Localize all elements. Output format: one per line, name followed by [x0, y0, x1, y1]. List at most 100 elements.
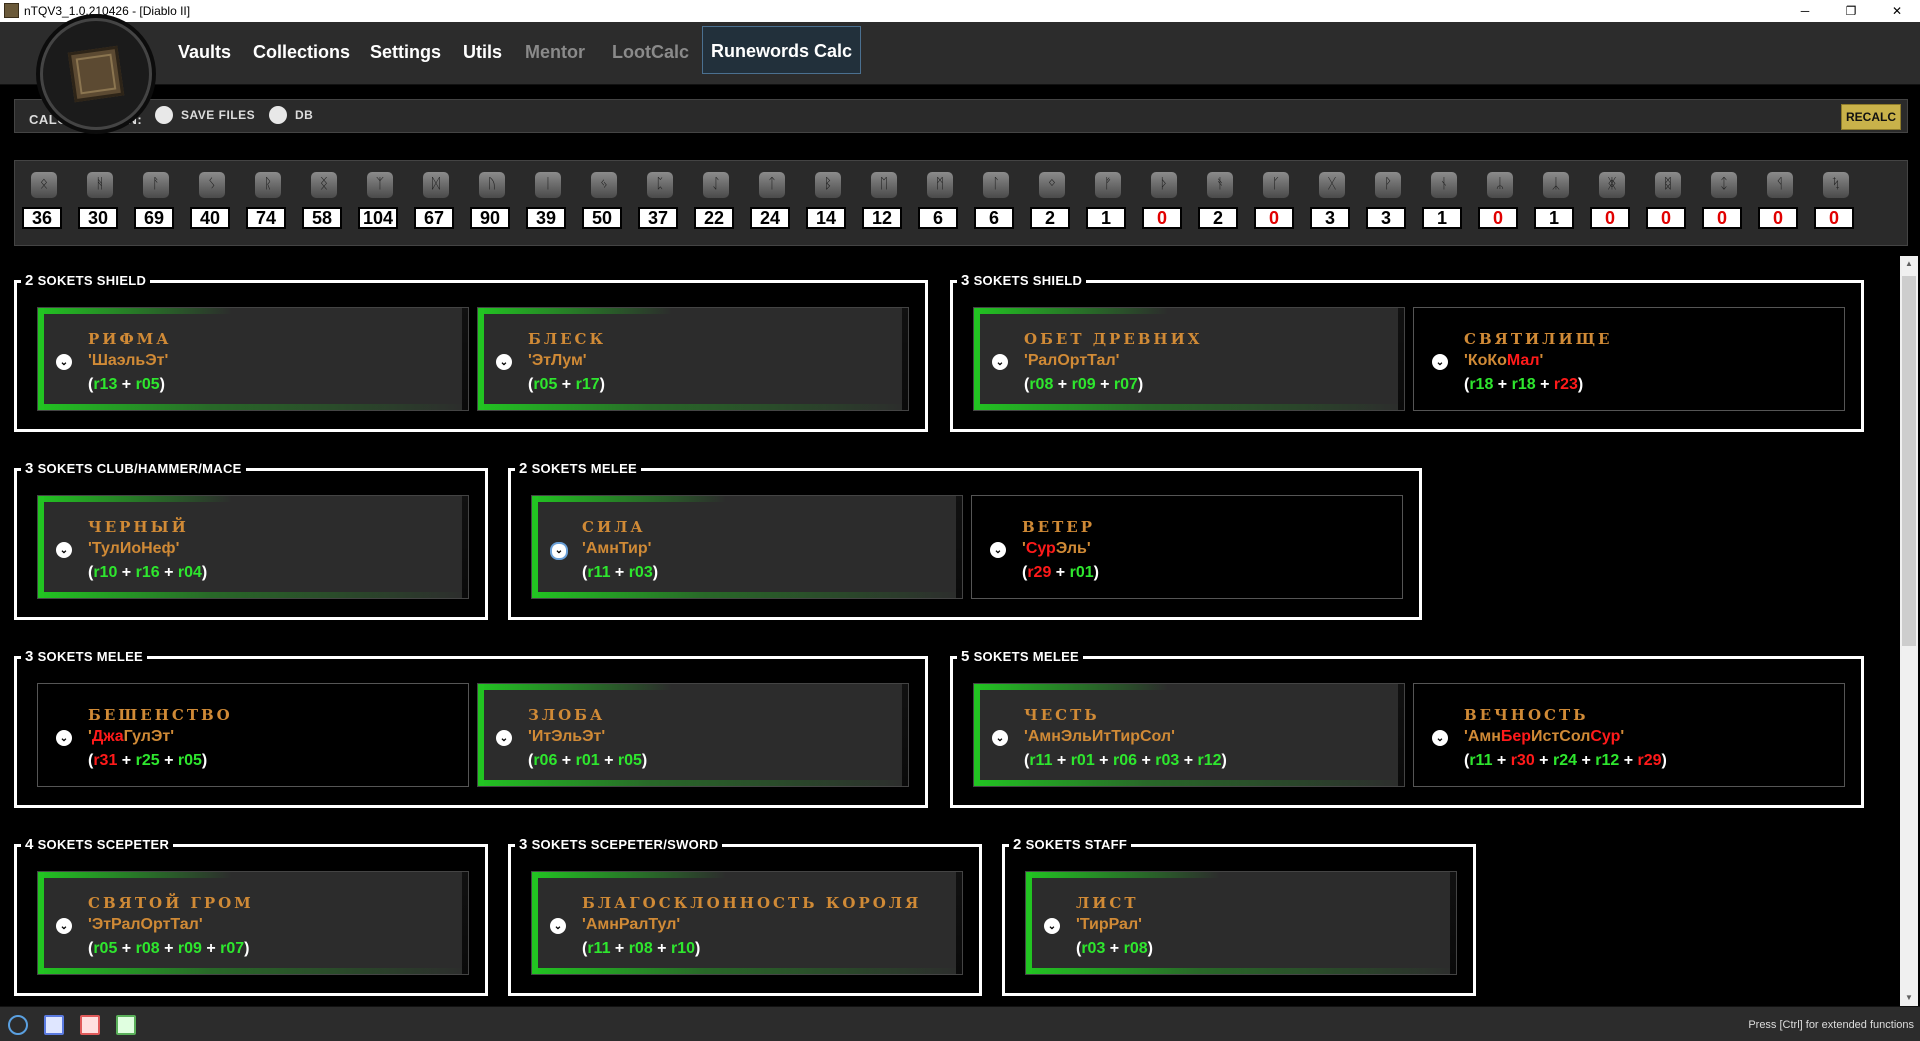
rune-slot[interactable]: ᚻ 30 [77, 171, 123, 237]
rune-slot[interactable]: ᛗ6 [917, 171, 963, 237]
runeword-card[interactable]: ⌄ ВЕЧНОСТЬ 'АмнБерИстСолСур' (r11 + r30 + r… [1413, 683, 1845, 787]
main-menu-bar: Vaults Collections Settings Utils Mentor… [0, 18, 1920, 130]
close-button[interactable]: ✕ [1874, 0, 1920, 22]
chevron-down-icon[interactable]: ⌄ [992, 354, 1008, 370]
rune-slot[interactable]: ᛤ0 [1589, 171, 1635, 237]
runeword-card[interactable]: ⌄ РИФМА 'ШаэльЭт' (r13 + r05) [37, 307, 469, 411]
rune-slot[interactable]: ᛇ 22 [693, 171, 739, 237]
chevron-down-icon[interactable]: ⌄ [550, 918, 566, 934]
rune-slot[interactable]: ᛈ 37 [637, 171, 683, 237]
minimize-button[interactable]: ─ [1782, 0, 1828, 22]
menu-collections[interactable]: Collections [253, 42, 350, 63]
runeword-card[interactable]: ⌄ ЛИСТ 'ТирРал' (r03 + r08) [1025, 871, 1457, 975]
chevron-down-icon[interactable]: ⌄ [1432, 730, 1448, 746]
runeword-card[interactable]: ⌄ БЕШЕНСТВО 'ДжаГулЭт' (r31 + r25 + r05) [37, 683, 469, 787]
rune-slot[interactable]: ᛪ0 [1813, 171, 1859, 237]
runeword-card[interactable]: ⌄ ОБЕТ ДРЕВНИХ 'РалОртТал' (r08 + r09 + r07… [973, 307, 1405, 411]
rune-slot[interactable]: ᚠ1 [1085, 171, 1131, 237]
db-radio[interactable] [269, 106, 287, 124]
rune-slot[interactable]: ᚹ3 [1365, 171, 1411, 237]
rune-count: 1 [1086, 207, 1126, 229]
rune-icon: ᛞ [422, 171, 450, 199]
menu-vaults[interactable]: Vaults [178, 42, 231, 63]
runeword-card[interactable]: ⌄ СВЯТИЛИЩЕ 'КоКоМал' (r18 + r18 + r23) [1413, 307, 1845, 411]
socket-group-title: 3 SOKETS SCEPETER/SWORD [515, 837, 723, 853]
scroll-up-icon[interactable]: ▲ [1900, 256, 1918, 272]
refresh-icon[interactable] [8, 1015, 28, 1035]
chevron-down-icon[interactable]: ⌄ [56, 542, 72, 558]
rune-slot[interactable]: ᛩ0 [1757, 171, 1803, 237]
rune-count: 69 [134, 207, 174, 229]
rune-icon: ᚱ [254, 171, 282, 199]
rune-icon: ᛨ [1710, 171, 1738, 199]
rune-icon: ᛚ [982, 171, 1010, 199]
runeword-card[interactable]: ⌄ ВЕТЕР 'СурЭль' (r29 + r01) [971, 495, 1403, 599]
chevron-down-icon[interactable]: ⌄ [56, 354, 72, 370]
menu-lootcalc[interactable]: LootCalc [612, 42, 689, 63]
menu-settings[interactable]: Settings [370, 42, 441, 63]
runeword-card[interactable]: ⌄ ЧЕСТЬ 'АмнЭльИтТирСол' (r11 + r01 + r06 +… [973, 683, 1405, 787]
menu-utils[interactable]: Utils [463, 42, 502, 63]
runeword-card[interactable]: ⌄ СВЯТОЙ ГРОМ 'ЭтРалОртТал' (r05 + r08 + r0… [37, 871, 469, 975]
rune-icon: ᛣ [1542, 171, 1570, 199]
menu-runewords-calc[interactable]: Runewords Calc [702, 26, 862, 74]
rune-count: 24 [750, 207, 790, 229]
runeword-card[interactable]: ⌄ ЗЛОБА 'ИтЭльЭт' (r06 + r01 + r05) [477, 683, 909, 787]
chevron-down-icon[interactable]: ⌄ [56, 918, 72, 934]
chevron-down-icon[interactable]: ⌄ [990, 542, 1006, 558]
rune-slot[interactable]: ᛃ 50 [581, 171, 627, 237]
menu-mentor[interactable]: Mentor [525, 42, 585, 63]
runeword-card[interactable]: ⌄ БЛАГОСКЛОННОСТЬ КОРОЛЯ 'АмнРалТул' (r11 +… [531, 871, 963, 975]
socket-group-title: 2 SOKETS MELEE [515, 461, 642, 477]
app-logo-chest-icon[interactable] [40, 18, 152, 130]
rune-slot[interactable]: ᚴ0 [1253, 171, 1299, 237]
rune-slot[interactable]: ᛚ6 [973, 171, 1019, 237]
rune-slot[interactable]: ᚾ1 [1421, 171, 1467, 237]
rune-slot[interactable]: ᛁ 39 [525, 171, 571, 237]
rune-slot[interactable]: ᛨ0 [1701, 171, 1747, 237]
runeword-card[interactable]: ⌄ ЧЕРНЫЙ 'ТулИоНеф' (r10 + r16 + r04) [37, 495, 469, 599]
runeword-card[interactable]: ⌄ БЛЕСК 'ЭтЛум' (r05 + r17) [477, 307, 909, 411]
chevron-down-icon[interactable]: ⌄ [496, 354, 512, 370]
rune-slot[interactable]: ᛉ 104 [357, 171, 403, 237]
rune-slot[interactable]: ᚷ3 [1309, 171, 1355, 237]
chevron-down-icon[interactable]: ⌄ [992, 730, 1008, 746]
rune-slot[interactable]: ᚨ 69 [133, 171, 179, 237]
chevron-down-icon[interactable]: ⌄ [1432, 354, 1448, 370]
save-files-radio[interactable] [155, 106, 173, 124]
maximize-button[interactable]: ❐ [1828, 0, 1874, 22]
rune-slot[interactable]: ᚱ 74 [245, 171, 291, 237]
chevron-down-icon[interactable]: ⌄ [1044, 918, 1060, 934]
rune-slot[interactable]: ᛦ0 [1477, 171, 1523, 237]
rune-slot[interactable]: ᚬ2 [1197, 171, 1243, 237]
runeword-card[interactable]: ⌄ СИЛА 'АмнТир' (r11 + r03) [531, 495, 963, 599]
chevron-down-icon[interactable]: ⌄ [496, 730, 512, 746]
rune-slot[interactable]: ᛣ1 [1533, 171, 1579, 237]
rune-slot[interactable]: ᛖ 12 [861, 171, 907, 237]
runeword-runes: 'КоКоМал' [1464, 352, 1544, 369]
vault-red-icon[interactable] [80, 1015, 100, 1035]
rune-slot[interactable]: ᚢ 90 [469, 171, 515, 237]
vault-green-icon[interactable] [116, 1015, 136, 1035]
rune-count: 36 [22, 207, 62, 229]
recalc-button[interactable]: RECALC [1841, 104, 1901, 130]
runeword-rune-codes: (r10 + r16 + r04) [88, 564, 208, 581]
rune-slot[interactable]: ᛥ0 [1645, 171, 1691, 237]
chevron-down-icon[interactable]: ⌄ [550, 542, 568, 560]
vault-blue-icon[interactable] [44, 1015, 64, 1035]
rune-slot[interactable]: ᛏ 24 [749, 171, 795, 237]
vertical-scrollbar[interactable]: ▲ ▼ [1900, 256, 1918, 1006]
chevron-down-icon[interactable]: ⌄ [56, 730, 72, 746]
rune-slot[interactable]: ᛟ 36 [21, 171, 67, 237]
scroll-down-icon[interactable]: ▼ [1900, 990, 1918, 1006]
rune-slot[interactable]: ᛜ2 [1029, 171, 1075, 237]
runeword-name: ВЕТЕР [1022, 518, 1095, 536]
rune-slot[interactable]: ᚦ0 [1141, 171, 1187, 237]
rune-slot[interactable]: ᛒ 14 [805, 171, 851, 237]
rune-slot[interactable]: ᛊ 40 [189, 171, 235, 237]
rune-count: 14 [806, 207, 846, 229]
rune-icon: ᚨ [142, 171, 170, 199]
rune-slot[interactable]: ᛞ 67 [413, 171, 459, 237]
scrollbar-thumb[interactable] [1902, 276, 1916, 646]
rune-slot[interactable]: ᛝ 58 [301, 171, 347, 237]
